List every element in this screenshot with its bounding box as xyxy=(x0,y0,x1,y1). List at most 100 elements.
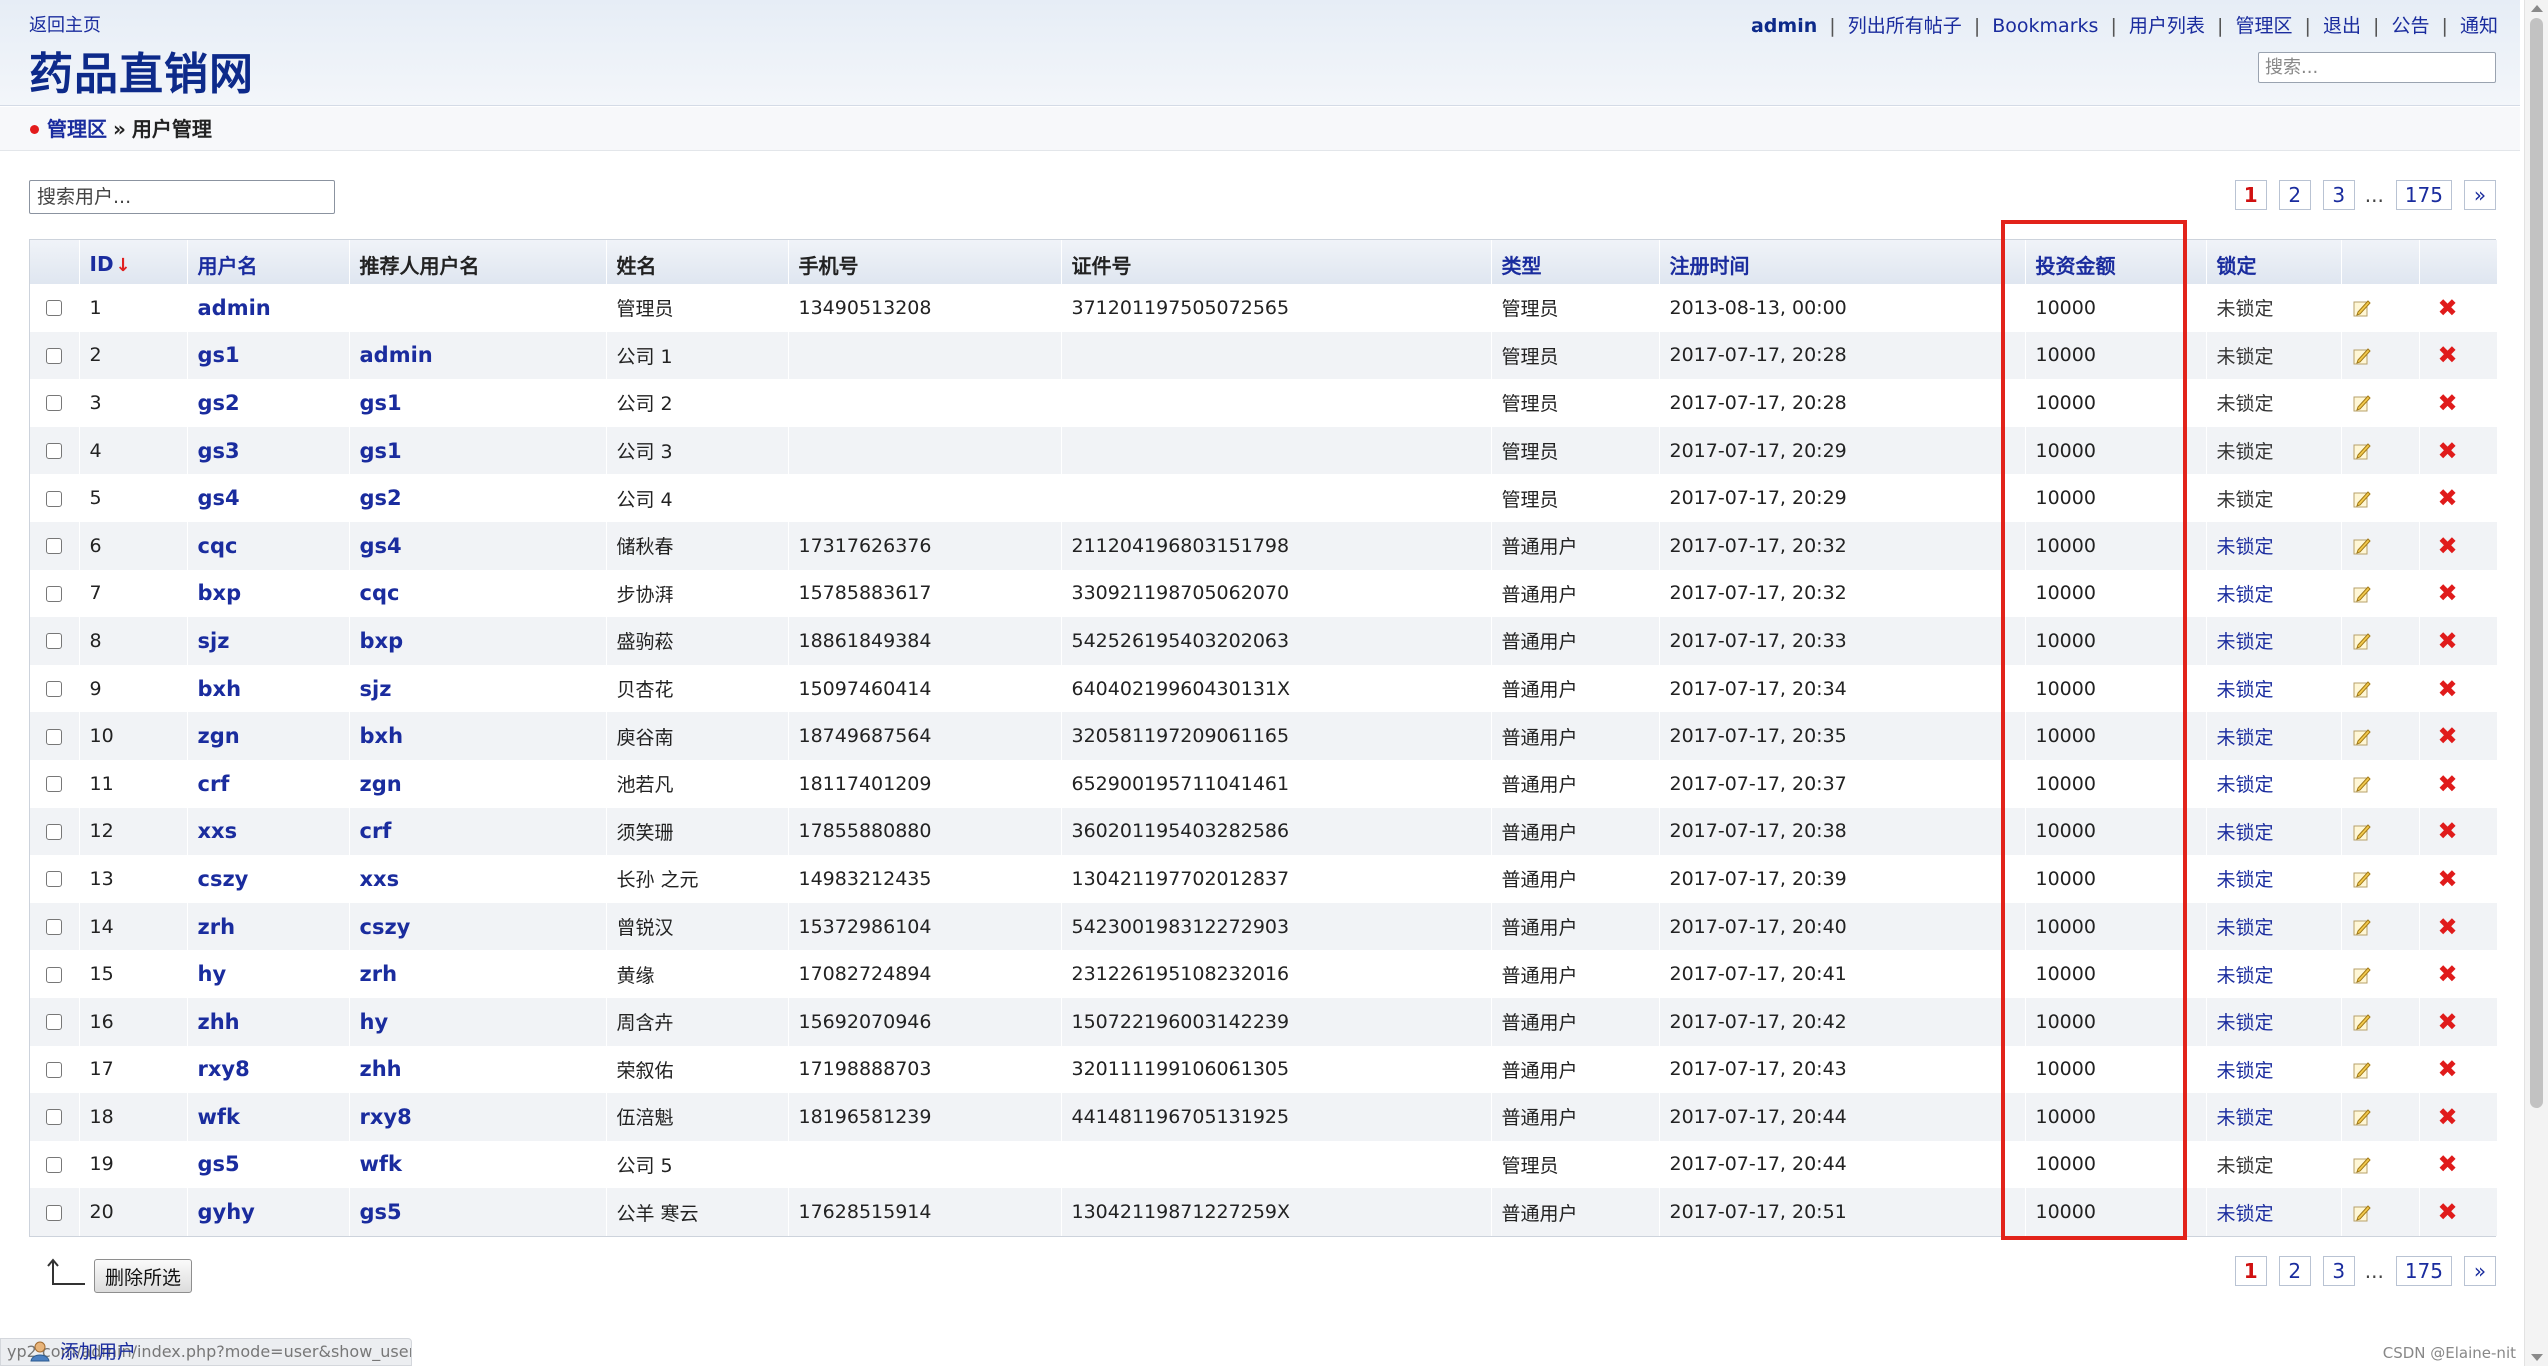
header-username[interactable]: 用户名 xyxy=(187,240,350,284)
referrer-link[interactable]: zgn xyxy=(360,772,402,796)
row-checkbox[interactable] xyxy=(46,1014,62,1031)
page-3-bottom[interactable]: 3 xyxy=(2322,1256,2355,1286)
row-checkbox[interactable] xyxy=(46,585,62,602)
delete-icon[interactable]: ✖ xyxy=(2438,439,2458,463)
scroll-thumb[interactable] xyxy=(2530,18,2543,1108)
row-checkbox[interactable] xyxy=(46,776,62,793)
page-last[interactable]: 175 xyxy=(2395,180,2452,210)
referrer-link[interactable]: sjz xyxy=(360,677,392,701)
username-link[interactable]: admin xyxy=(198,296,271,320)
nav-bookmarks[interactable]: Bookmarks xyxy=(1992,15,2098,37)
edit-icon[interactable] xyxy=(2352,1203,2372,1223)
nav-announcements[interactable]: 公告 xyxy=(2391,15,2429,37)
page-next-bottom[interactable]: » xyxy=(2464,1256,2496,1286)
edit-icon[interactable] xyxy=(2352,631,2372,651)
page-1[interactable]: 1 xyxy=(2234,180,2267,210)
row-checkbox[interactable] xyxy=(46,1109,62,1126)
row-checkbox[interactable] xyxy=(46,871,62,888)
username-link[interactable]: hy xyxy=(198,962,227,986)
nav-list-all-posts[interactable]: 列出所有帖子 xyxy=(1848,15,1962,37)
username-link[interactable]: zgn xyxy=(198,724,240,748)
nav-user-list[interactable]: 用户列表 xyxy=(2129,15,2205,37)
nav-logout[interactable]: 退出 xyxy=(2323,15,2361,37)
referrer-link[interactable]: gs2 xyxy=(360,486,402,510)
page-3[interactable]: 3 xyxy=(2322,180,2355,210)
lock-toggle-link[interactable]: 未锁定 xyxy=(2217,965,2274,987)
row-checkbox[interactable] xyxy=(46,728,62,745)
lock-toggle-link[interactable]: 未锁定 xyxy=(2217,774,2274,796)
delete-icon[interactable]: ✖ xyxy=(2438,486,2458,510)
lock-toggle-link[interactable]: 未锁定 xyxy=(2217,536,2274,558)
username-link[interactable]: gs5 xyxy=(198,1152,240,1176)
edit-icon[interactable] xyxy=(2352,822,2372,842)
edit-icon[interactable] xyxy=(2352,917,2372,937)
row-checkbox[interactable] xyxy=(46,443,62,460)
page-next[interactable]: » xyxy=(2464,180,2496,210)
lock-toggle-link[interactable]: 未锁定 xyxy=(2217,1060,2274,1082)
referrer-link[interactable]: admin xyxy=(360,343,433,367)
page-last-bottom[interactable]: 175 xyxy=(2395,1256,2452,1286)
referrer-link[interactable]: hy xyxy=(360,1010,389,1034)
edit-icon[interactable] xyxy=(2352,346,2372,366)
lock-toggle-link[interactable]: 未锁定 xyxy=(2217,917,2274,939)
lock-toggle-link[interactable]: 未锁定 xyxy=(2217,727,2274,749)
username-link[interactable]: bxh xyxy=(198,677,242,701)
row-checkbox[interactable] xyxy=(46,300,62,317)
username-link[interactable]: zhh xyxy=(198,1010,240,1034)
delete-icon[interactable]: ✖ xyxy=(2438,1152,2458,1176)
referrer-link[interactable]: bxh xyxy=(360,724,404,748)
row-checkbox[interactable] xyxy=(46,395,62,412)
username-link[interactable]: gs2 xyxy=(198,391,240,415)
edit-icon[interactable] xyxy=(2352,1060,2372,1080)
referrer-link[interactable]: crf xyxy=(360,819,392,843)
row-checkbox[interactable] xyxy=(46,966,62,983)
user-search-input[interactable] xyxy=(29,180,335,214)
delete-icon[interactable]: ✖ xyxy=(2438,772,2458,796)
delete-icon[interactable]: ✖ xyxy=(2438,724,2458,748)
edit-icon[interactable] xyxy=(2352,679,2372,699)
edit-icon[interactable] xyxy=(2352,727,2372,747)
username-link[interactable]: zrh xyxy=(198,915,236,939)
back-home-link[interactable]: 返回主页 xyxy=(29,11,101,37)
edit-icon[interactable] xyxy=(2352,489,2372,509)
edit-icon[interactable] xyxy=(2352,536,2372,556)
row-checkbox[interactable] xyxy=(46,1061,62,1078)
delete-icon[interactable]: ✖ xyxy=(2438,534,2458,558)
current-user-link[interactable]: admin xyxy=(1751,15,1817,37)
lock-toggle-link[interactable]: 未锁定 xyxy=(2217,869,2274,891)
nav-notifications[interactable]: 通知 xyxy=(2460,15,2498,37)
referrer-link[interactable]: zhh xyxy=(360,1057,402,1081)
username-link[interactable]: gs1 xyxy=(198,343,240,367)
edit-icon[interactable] xyxy=(2352,774,2372,794)
scroll-down-icon[interactable] xyxy=(2531,1354,2543,1361)
add-user-link[interactable]: 添加用户 xyxy=(60,1340,136,1364)
row-checkbox[interactable] xyxy=(46,490,62,507)
header-investment[interactable]: 投资金额 xyxy=(2025,240,2207,284)
edit-icon[interactable] xyxy=(2352,869,2372,889)
delete-icon[interactable]: ✖ xyxy=(2438,1010,2458,1034)
referrer-link[interactable]: cszy xyxy=(360,915,411,939)
delete-icon[interactable]: ✖ xyxy=(2438,819,2458,843)
username-link[interactable]: gyhy xyxy=(198,1200,255,1224)
referrer-link[interactable]: zrh xyxy=(360,962,398,986)
lock-toggle-link[interactable]: 未锁定 xyxy=(2217,584,2274,606)
header-type[interactable]: 类型 xyxy=(1491,240,1660,284)
edit-icon[interactable] xyxy=(2352,393,2372,413)
row-checkbox[interactable] xyxy=(46,1204,62,1221)
page-scrollbar[interactable] xyxy=(2524,0,2548,1366)
page-2[interactable]: 2 xyxy=(2278,180,2311,210)
edit-icon[interactable] xyxy=(2352,1012,2372,1032)
lock-toggle-link[interactable]: 未锁定 xyxy=(2217,1012,2274,1034)
edit-icon[interactable] xyxy=(2352,1155,2372,1175)
username-link[interactable]: cqc xyxy=(198,534,238,558)
lock-toggle-link[interactable]: 未锁定 xyxy=(2217,1203,2274,1225)
delete-icon[interactable]: ✖ xyxy=(2438,962,2458,986)
referrer-link[interactable]: wfk xyxy=(360,1152,403,1176)
row-checkbox[interactable] xyxy=(46,919,62,936)
edit-icon[interactable] xyxy=(2352,441,2372,461)
delete-icon[interactable]: ✖ xyxy=(2438,296,2458,320)
username-link[interactable]: bxp xyxy=(198,581,242,605)
referrer-link[interactable]: gs1 xyxy=(360,439,402,463)
referrer-link[interactable]: gs1 xyxy=(360,391,402,415)
lock-toggle-link[interactable]: 未锁定 xyxy=(2217,679,2274,701)
